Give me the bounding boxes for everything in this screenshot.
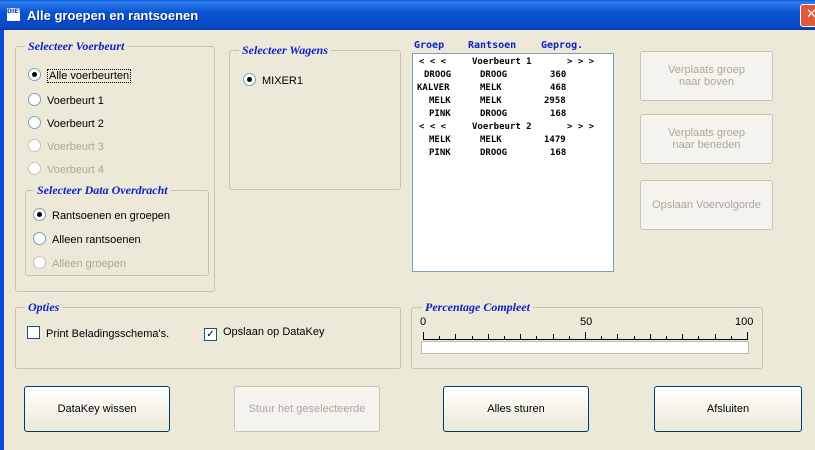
- list-item-groep: MELK: [429, 135, 451, 145]
- radio-label: Rantsoenen en groepen: [52, 210, 171, 222]
- voerbeurt-legend: Selecteer Voerbeurt: [25, 39, 128, 54]
- title-bar: DIET Alle groepen en rantsoenen ✕: [0, 0, 815, 30]
- list-item-geprog: 168: [550, 109, 567, 119]
- radio-label: Voerbeurt 3: [47, 141, 104, 153]
- list-item-geprog: 468: [550, 83, 567, 93]
- send-all-button[interactable]: Alles sturen: [443, 386, 589, 432]
- list-item-groep: DROOG: [424, 70, 452, 80]
- checkbox-label: Opslaan op DataKey: [223, 326, 325, 338]
- radio-label: Voerbeurt 2: [47, 118, 104, 130]
- radio-alleen-groepen: Alleen groepen: [33, 256, 126, 270]
- checkbox-box: [27, 326, 40, 339]
- close-button[interactable]: Afsluiten: [654, 386, 802, 432]
- checkbox-label: Print Beladingsschema's.: [46, 328, 170, 340]
- list-item-rantsoen: DROOG: [480, 70, 508, 80]
- app-icon: DIET: [7, 8, 20, 21]
- list-item-rantsoen: MELK: [480, 135, 502, 145]
- list-item-groep: KALVER: [417, 83, 450, 93]
- radio-label: Voerbeurt 4: [47, 164, 104, 176]
- ruler-baseline: [423, 339, 748, 340]
- progress-bar: [421, 341, 749, 354]
- radio-label: Voerbeurt 1: [47, 95, 104, 107]
- radio-dot: [33, 232, 46, 245]
- column-header-rantsoen: Rantsoen: [468, 40, 517, 51]
- radio-dot: [28, 139, 41, 152]
- list-item-groep: PINK: [429, 109, 451, 119]
- list-item-geprog: 168: [550, 148, 567, 158]
- list-item-geprog: 2958: [544, 96, 566, 106]
- radio-alleen-rantsoenen[interactable]: Alleen rantsoenen: [33, 232, 141, 246]
- move-group-up-button[interactable]: Verplaats groep naar boven: [640, 51, 773, 101]
- list-item-sep2-c: > > >: [567, 122, 595, 132]
- radio-alle-voerbeurten[interactable]: Alle voerbeurten: [28, 68, 132, 83]
- radio-dot: [33, 208, 46, 221]
- wagens-group: [229, 50, 401, 190]
- move-group-down-button[interactable]: Verplaats groep naar beneden: [640, 114, 773, 164]
- window-title: Alle groepen en rantsoenen: [27, 8, 199, 23]
- radio-label: Alleen rantsoenen: [52, 234, 141, 246]
- radio-voerbeurt-1[interactable]: Voerbeurt 1: [28, 93, 104, 107]
- radio-dot: [33, 256, 46, 269]
- opties-legend: Opties: [25, 300, 63, 315]
- save-feed-order-button[interactable]: Opslaan Voervolgorde: [640, 180, 773, 230]
- radio-dot: [28, 116, 41, 129]
- list-item-rantsoen: MELK: [480, 96, 502, 106]
- radio-dot: [28, 162, 41, 175]
- radio-label: Alleen groepen: [52, 258, 127, 270]
- column-header-geprog: Geprog.: [541, 40, 584, 51]
- radio-voerbeurt-4: Voerbeurt 4: [28, 162, 104, 176]
- column-header-groep: Groep: [414, 40, 445, 51]
- list-item-geprog: 360: [550, 70, 567, 80]
- progress-legend: Percentage Compleet: [422, 300, 533, 315]
- list-item-rantsoen: DROOG: [480, 109, 508, 119]
- wagens-legend: Selecteer Wagens: [239, 43, 331, 58]
- radio-rantsoenen-en-groepen[interactable]: Rantsoenen en groepen: [33, 208, 170, 222]
- radio-mixer1[interactable]: MIXER1: [243, 73, 303, 87]
- list-item-rantsoen: MELK: [480, 83, 502, 93]
- save-datakey-checkbox[interactable]: ✓ Opslaan op DataKey: [204, 326, 325, 341]
- list-item-geprog: 1479: [544, 135, 566, 145]
- print-schema-checkbox[interactable]: Print Beladingsschema's.: [27, 326, 169, 340]
- datakey-wipe-button[interactable]: DataKey wissen: [24, 386, 170, 432]
- send-selected-button[interactable]: Stuur het geselecteerde: [234, 386, 380, 432]
- radio-label: Alle voerbeurten: [47, 69, 132, 83]
- groups-listbox[interactable]: < < < Voerbeurt 1 > > > DROOG DROOG 360 …: [412, 53, 614, 272]
- list-item-sep2-a: < < <: [419, 122, 447, 132]
- close-window-button[interactable]: ✕: [800, 4, 815, 27]
- list-item-sep1-b: Voerbeurt 1: [472, 57, 532, 67]
- radio-dot: [243, 73, 256, 86]
- list-item-sep1-c: > > >: [567, 57, 595, 67]
- window-border: [0, 30, 4, 450]
- list-item-sep1-a: < < <: [419, 57, 447, 67]
- radio-dot: [28, 93, 41, 106]
- radio-label: MIXER1: [262, 75, 303, 87]
- radio-voerbeurt-2[interactable]: Voerbeurt 2: [28, 116, 104, 130]
- list-item-groep: MELK: [429, 96, 451, 106]
- data-overdracht-legend: Selecteer Data Overdracht: [34, 183, 171, 198]
- list-item-sep2-b: Voerbeurt 2: [472, 122, 532, 132]
- radio-dot: [28, 68, 41, 81]
- radio-voerbeurt-3: Voerbeurt 3: [28, 139, 104, 153]
- progress-ruler: [423, 326, 749, 340]
- list-item-groep: PINK: [429, 148, 451, 158]
- list-item-rantsoen: DROOG: [480, 148, 508, 158]
- checkmark-icon: ✓: [204, 328, 217, 341]
